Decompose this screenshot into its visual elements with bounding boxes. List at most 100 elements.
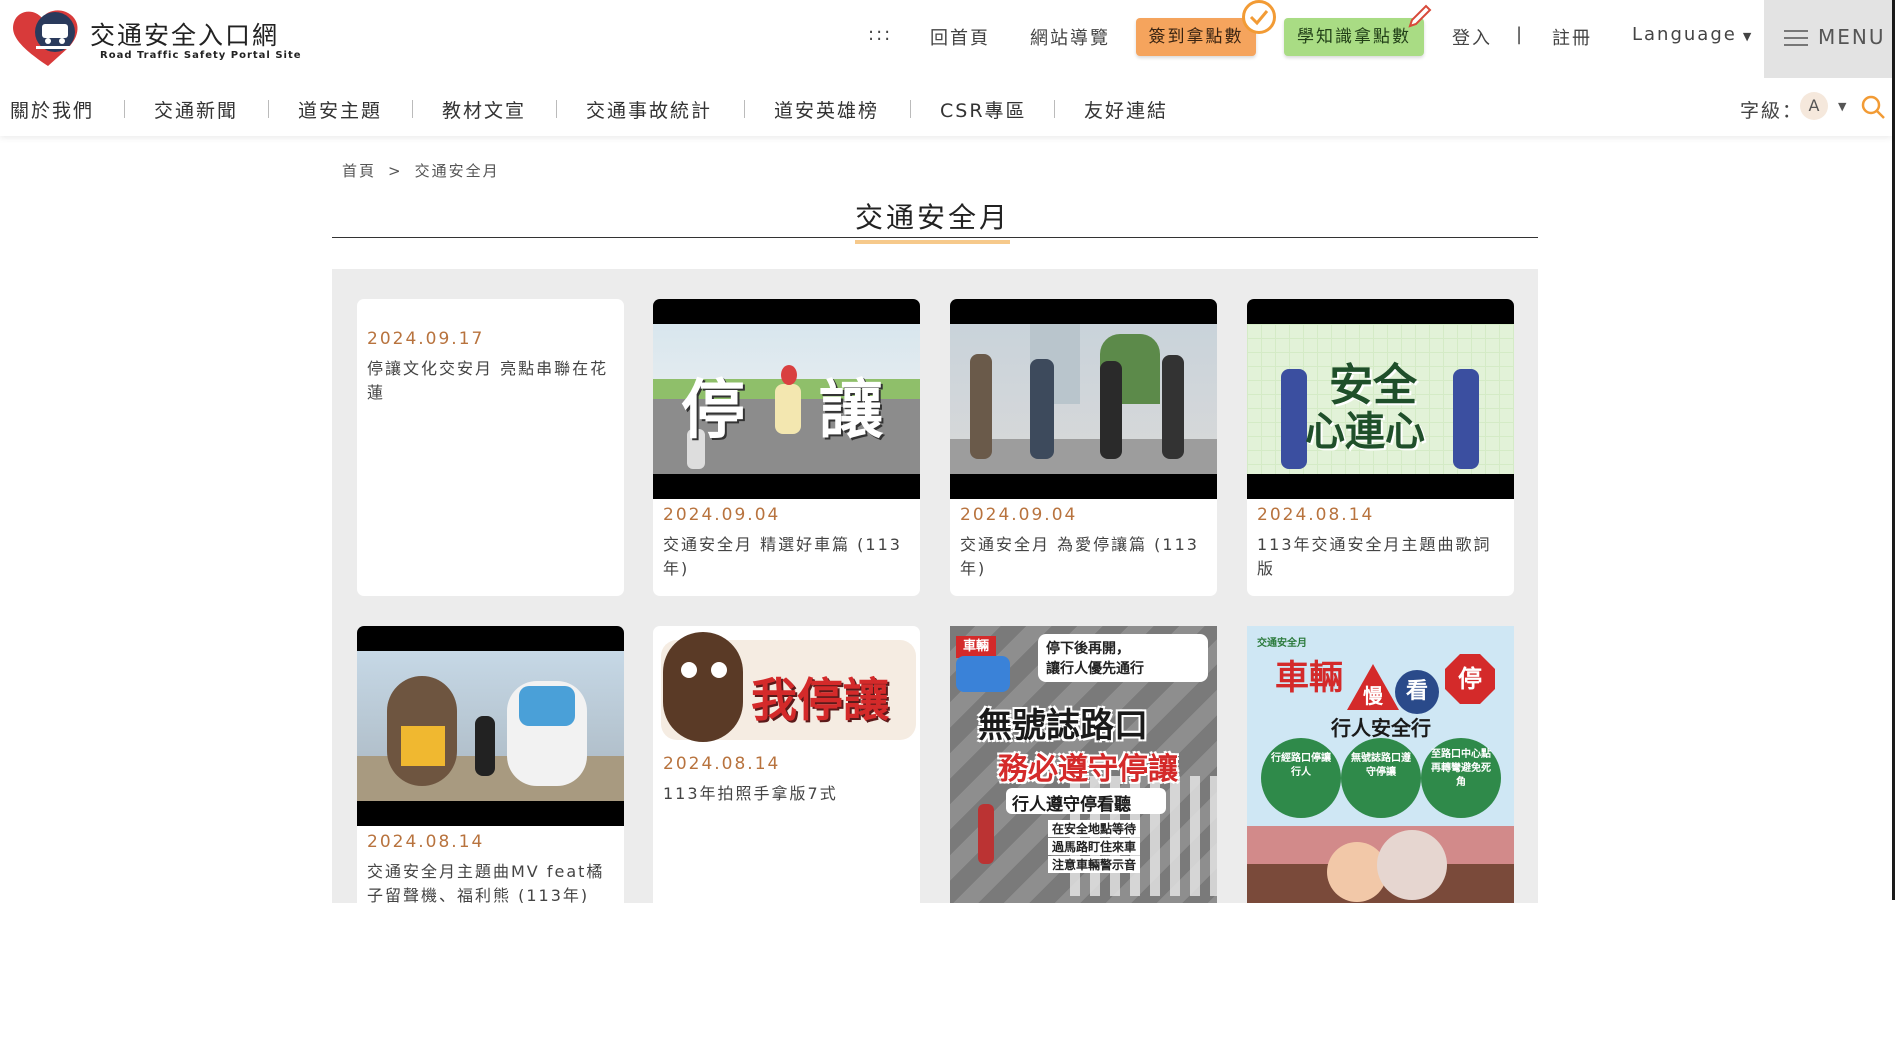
nav-item-csr[interactable]: CSR專區 <box>940 96 1027 123</box>
card-title: 113年拍照手拿版7式 <box>663 784 838 803</box>
thumb-check: 注意車輛警示音 <box>1048 856 1141 873</box>
caret-down-icon: ▼ <box>1742 30 1754 43</box>
accessibility-link[interactable]: ::: <box>868 24 892 45</box>
card-title: 交通安全月 精選好車篇 (113年) <box>663 535 902 578</box>
hamburger-icon <box>1784 30 1808 46</box>
thumb-small-text: 交通安全月 <box>1257 638 1307 649</box>
menu-button[interactable]: MENU <box>1764 0 1892 78</box>
card-title: 交通安全月主題曲MV feat橘子留聲機、福利熊 (113年) <box>367 862 605 903</box>
thumb-line: 讓行人優先通行 <box>1046 661 1144 677</box>
home-link[interactable]: 回首頁 <box>930 24 990 50</box>
thumb-headline: 務必遵守停讓 <box>998 752 1178 787</box>
learn-points-button[interactable]: 學知識拿點數 <box>1284 18 1424 56</box>
thumb-circle-text: 至路口中心點再轉彎避免死角 <box>1431 749 1491 788</box>
card-item[interactable]: 車輛 停下後再開， 讓行人優先通行 無號誌路口 務必遵守停讓 行人遵守停看聽 在… <box>950 626 1217 903</box>
thumb-headline: 無號誌路口 <box>978 706 1148 746</box>
thumb-tag: 車輛 <box>956 636 996 658</box>
nav-item-materials[interactable]: 教材文宣 <box>442 96 526 123</box>
letterbox-bottom <box>950 474 1217 499</box>
search-icon[interactable] <box>1860 94 1886 120</box>
card-thumbnail: 我停讓 <box>653 626 920 751</box>
thumb-headline: 看 <box>1395 670 1439 714</box>
thumb-line: 停下後再開， <box>1046 641 1130 657</box>
card-title: 交通安全月 為愛停讓篇 (113年) <box>960 535 1199 578</box>
card-thumbnail: 停 讓 <box>653 299 920 499</box>
card-item[interactable]: 安全 心連心 2024.08.14 113年交通安全月主題曲歌詞版 <box>1247 299 1514 596</box>
caret-down-icon[interactable]: ▼ <box>1838 100 1846 113</box>
card-title: 停讓文化交安月 亮點串聯在花蓮 <box>367 359 609 402</box>
thumb-circle-text: 無號誌路口遵守停讓 <box>1351 753 1411 778</box>
fontsize-selector[interactable]: A <box>1800 92 1828 120</box>
card-item[interactable]: 2024.09.17 停讓文化交安月 亮點串聯在花蓮 <box>357 299 624 596</box>
card-item[interactable]: 交通安全月 車輛 慢 看 停 行人安全行 行經路口停讓行人 無號誌路口遵守停讓 … <box>1247 626 1514 903</box>
topnav-divider: | <box>1516 24 1525 45</box>
nav-divider <box>556 100 557 118</box>
card-item[interactable]: 2024.08.14 交通安全月主題曲MV feat橘子留聲機、福利熊 (113… <box>357 626 624 903</box>
top-utility-nav: ::: 回首頁 網站導覽 簽到拿點數 學知識拿點數 登入 | 註冊 Langua… <box>0 0 1892 78</box>
thumb-subline: 行人遵守停看聽 <box>1012 795 1131 815</box>
nav-divider <box>268 100 269 118</box>
login-link[interactable]: 登入 <box>1452 24 1492 50</box>
thumb-circle-text: 行經路口停讓行人 <box>1271 753 1331 778</box>
thumb-text: 讓 <box>819 374 883 448</box>
nav-item-news[interactable]: 交通新聞 <box>154 96 238 123</box>
thumb-check: 過馬路盯住來車 <box>1048 838 1141 855</box>
thumb-text: 心連心 <box>1305 409 1425 455</box>
nav-divider <box>910 100 911 118</box>
letterbox-top <box>1247 299 1514 324</box>
card-date: 2024.09.04 <box>663 505 781 525</box>
nav-item-about[interactable]: 關於我們 <box>10 96 94 123</box>
card-item[interactable]: 2024.09.04 交通安全月 為愛停讓篇 (113年) <box>950 299 1217 596</box>
card-thumbnail: 安全 心連心 <box>1247 299 1514 499</box>
main-nav: 關於我們 交通新聞 道安主題 教材文宣 交通事故統計 道安英雄榜 CSR專區 友… <box>0 80 1892 136</box>
nav-item-heroes[interactable]: 道安英雄榜 <box>774 96 879 123</box>
thumb-subline: 行人安全行 <box>1331 716 1431 740</box>
letterbox-bottom <box>357 801 624 826</box>
nav-item-topics[interactable]: 道安主題 <box>298 96 382 123</box>
letterbox-top <box>950 299 1217 324</box>
sitemap-link[interactable]: 網站導覽 <box>1030 24 1110 50</box>
nav-item-links[interactable]: 友好連結 <box>1084 96 1168 123</box>
check-badge-icon <box>1242 0 1276 34</box>
card-grid: 2024.09.17 停讓文化交安月 亮點串聯在花蓮 停 讓 2024.09.0… <box>332 269 1538 903</box>
card-date: 2024.08.14 <box>663 754 781 774</box>
pencil-icon <box>1408 4 1432 28</box>
card-item[interactable]: 我停讓 2024.08.14 113年拍照手拿版7式 <box>653 626 920 903</box>
site-header: 交通安全入口網 Road Traffic Safety Portal Site … <box>0 0 1892 136</box>
breadcrumb: 首頁 > 交通安全月 <box>342 160 500 181</box>
language-select[interactable]: Language ▼ <box>1632 24 1753 45</box>
thumb-headline: 停 <box>1445 654 1495 704</box>
title-divider <box>332 237 1538 238</box>
card-item[interactable]: 停 讓 2024.09.04 交通安全月 精選好車篇 (113年) <box>653 299 920 596</box>
letterbox-top <box>653 299 920 324</box>
card-thumbnail <box>950 299 1217 499</box>
nav-item-accident-stats[interactable]: 交通事故統計 <box>586 96 712 123</box>
card-date: 2024.09.17 <box>367 329 485 349</box>
breadcrumb-separator: > <box>388 162 403 180</box>
card-thumbnail: 交通安全月 車輛 慢 看 停 行人安全行 行經路口停讓行人 無號誌路口遵守停讓 … <box>1247 626 1514 903</box>
card-thumbnail <box>357 626 624 826</box>
thumb-text: 我停讓 <box>751 673 889 727</box>
nav-divider <box>1054 100 1055 118</box>
thumb-headline: 慢 <box>1363 684 1383 708</box>
nav-divider <box>744 100 745 118</box>
thumb-headline: 車輛 <box>1275 658 1343 698</box>
fontsize-label: 字級： <box>1740 100 1804 122</box>
breadcrumb-home[interactable]: 首頁 <box>342 162 376 180</box>
checkin-points-button[interactable]: 簽到拿點數 <box>1136 18 1256 56</box>
nav-divider <box>124 100 125 118</box>
language-label: Language <box>1632 24 1737 45</box>
card-date: 2024.08.14 <box>367 832 485 852</box>
thumb-check: 在安全地點等待 <box>1048 820 1141 837</box>
letterbox-bottom <box>653 474 920 499</box>
card-date: 2024.09.04 <box>960 505 1078 525</box>
letterbox-top <box>357 626 624 651</box>
letterbox-bottom <box>1247 474 1514 499</box>
register-link[interactable]: 註冊 <box>1552 24 1592 50</box>
breadcrumb-current: 交通安全月 <box>414 162 500 180</box>
menu-label: MENU <box>1818 25 1886 49</box>
card-title: 113年交通安全月主題曲歌詞版 <box>1257 535 1492 578</box>
nav-divider <box>412 100 413 118</box>
card-thumbnail: 車輛 停下後再開， 讓行人優先通行 無號誌路口 務必遵守停讓 行人遵守停看聽 在… <box>950 626 1217 903</box>
thumb-text: 停 <box>681 374 745 448</box>
